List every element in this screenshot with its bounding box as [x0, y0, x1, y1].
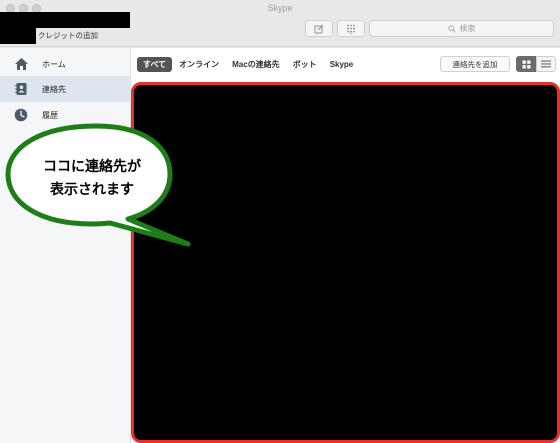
annotation-line-2: 表示されます — [50, 181, 134, 197]
sidebar-item-home[interactable]: ホーム — [0, 51, 131, 77]
list-view-button[interactable] — [536, 56, 556, 72]
search-placeholder: 検索 — [459, 24, 476, 33]
search-input[interactable]: 検索 — [369, 20, 554, 37]
search-icon — [447, 24, 456, 33]
filter-skype[interactable]: Skype — [324, 58, 360, 71]
filter-online[interactable]: オンライン — [173, 57, 225, 72]
dialpad-icon — [347, 24, 355, 34]
grid-view-icon — [522, 60, 530, 68]
home-icon — [13, 56, 29, 72]
redacted-profile-name — [0, 12, 130, 28]
sidebar-item-contacts[interactable]: 連絡先 — [0, 76, 131, 102]
filter-all[interactable]: すべて — [137, 57, 173, 72]
annotation-text: ココに連絡先が 表示されます — [12, 155, 172, 201]
sidebar-item-label: ホーム — [42, 59, 66, 69]
contacts-icon — [13, 81, 29, 97]
grid-view-button[interactable] — [516, 56, 536, 72]
redacted-profile-avatar — [0, 28, 36, 44]
filter-mac-contacts[interactable]: Macの連絡先 — [226, 57, 286, 72]
add-credit-link[interactable]: クレジットの追加 — [38, 30, 98, 41]
contact-filter-tabs: すべて オンライン Macの連絡先 ボット Skype — [137, 57, 360, 72]
add-contact-button[interactable]: 連絡先を追加 — [440, 56, 510, 72]
list-view-icon — [541, 60, 551, 68]
sidebar-item-label: 連絡先 — [42, 84, 66, 94]
annotation-line-1: ココに連絡先が — [43, 158, 141, 174]
filter-bots[interactable]: ボット — [287, 57, 323, 72]
new-chat-button[interactable] — [305, 20, 333, 37]
dialpad-button[interactable] — [337, 20, 365, 37]
title-bar: Skype クレジットの追加 検索 — [0, 0, 560, 47]
compose-icon — [314, 24, 324, 33]
